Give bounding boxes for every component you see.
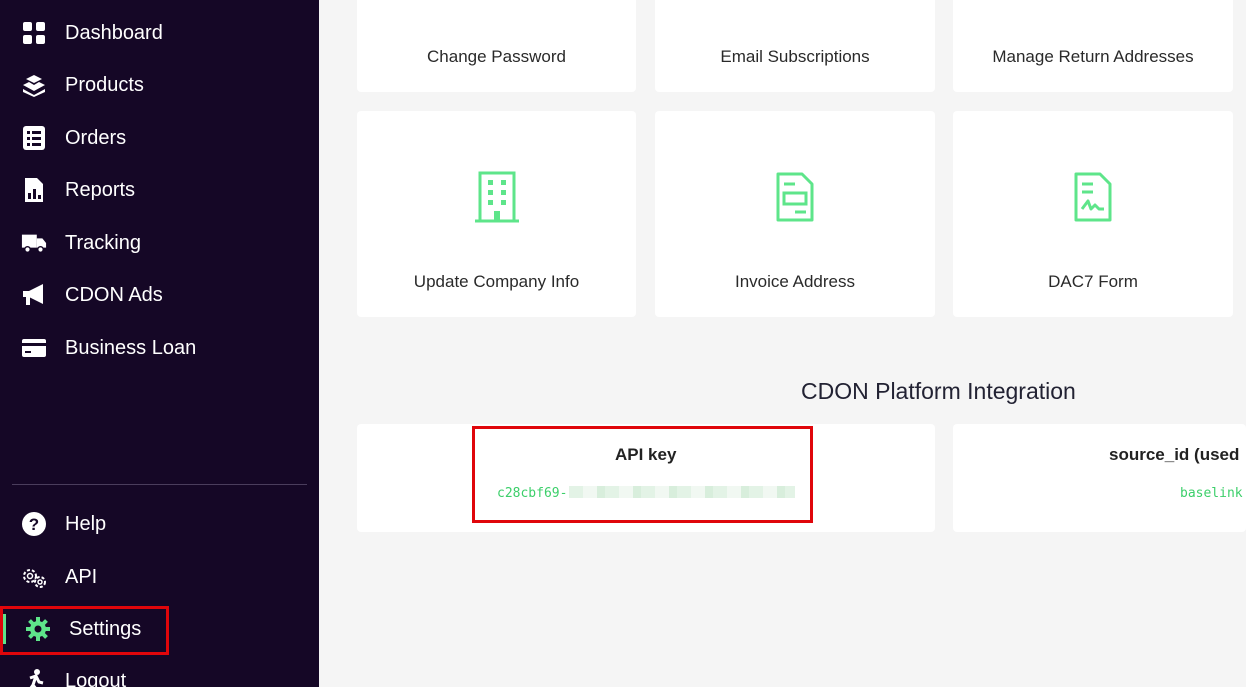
- card-label: Change Password: [427, 47, 566, 66]
- card-label: Invoice Address: [734, 272, 855, 291]
- sidebar-item-label: Dashboard: [65, 21, 163, 44]
- sidebar-item-orders[interactable]: Orders: [0, 118, 319, 158]
- invoice-address-card[interactable]: Invoice Address: [655, 111, 935, 317]
- sidebar-item-reports[interactable]: Reports: [0, 170, 319, 210]
- sidebar-item-cdon-ads[interactable]: CDON Ads: [0, 275, 319, 315]
- main-content: Change Password Email Subscriptions Mana…: [319, 0, 1246, 687]
- update-company-info-card[interactable]: Update Company Info: [357, 111, 636, 317]
- sidebar-item-tracking[interactable]: Tracking: [0, 223, 319, 263]
- section-title: CDON Platform Integration: [801, 378, 1076, 404]
- help-circle-icon: ?: [21, 511, 47, 537]
- sidebar-item-label: Logout: [65, 669, 127, 687]
- change-password-card[interactable]: Change Password: [357, 0, 636, 92]
- report-chart-icon: [21, 177, 47, 203]
- email-subscriptions-card[interactable]: Email Subscriptions: [655, 0, 935, 92]
- card-label: Email Subscriptions: [720, 47, 870, 66]
- svg-text:?: ?: [29, 515, 39, 534]
- sidebar: Dashboard Products Orders Reports Tracki…: [0, 0, 319, 687]
- sidebar-item-help[interactable]: ? Help: [0, 504, 319, 544]
- sidebar-item-logout[interactable]: Logout: [0, 661, 319, 687]
- manage-return-addresses-card[interactable]: Manage Return Addresses: [953, 0, 1233, 92]
- building-icon: [474, 171, 519, 228]
- dac7-form-card[interactable]: DAC7 Form: [953, 111, 1233, 317]
- source-id-label: source_id (used: [1109, 445, 1240, 464]
- api-key-card: API key c28cbf69-: [357, 424, 935, 532]
- card-label: Manage Return Addresses: [992, 47, 1194, 66]
- invoice-document-icon: [775, 171, 815, 228]
- sidebar-item-label: CDON Ads: [65, 283, 163, 306]
- sidebar-item-products[interactable]: Products: [0, 65, 319, 105]
- gear-icon: [25, 616, 51, 642]
- redacted-value: [569, 486, 795, 498]
- truck-icon: [21, 230, 47, 256]
- box-stack-icon: [21, 72, 47, 98]
- sidebar-item-api[interactable]: API: [0, 557, 319, 597]
- gears-icon: [21, 564, 47, 590]
- signed-document-icon: [1073, 171, 1113, 228]
- sidebar-item-label: Products: [65, 73, 144, 96]
- sidebar-item-label: Orders: [65, 126, 127, 149]
- sidebar-item-label: Tracking: [65, 231, 141, 254]
- sidebar-item-settings[interactable]: Settings: [0, 609, 319, 649]
- running-person-icon: [21, 668, 47, 687]
- checklist-icon: [21, 125, 47, 151]
- sidebar-divider: [12, 484, 307, 485]
- sidebar-item-label: API: [65, 565, 98, 588]
- card-label: Update Company Info: [413, 272, 580, 291]
- sidebar-item-label: Help: [65, 512, 107, 535]
- card-label: DAC7 Form: [1048, 272, 1138, 291]
- sidebar-item-dashboard[interactable]: Dashboard: [0, 13, 319, 53]
- source-id-value[interactable]: baselink: [1180, 486, 1243, 501]
- grid-icon: [21, 20, 47, 46]
- source-id-card: source_id (used baselink: [953, 424, 1246, 532]
- sidebar-item-label: Business Loan: [65, 336, 197, 359]
- api-key-value[interactable]: c28cbf69-: [497, 486, 567, 501]
- sidebar-item-label: Reports: [65, 178, 136, 201]
- sidebar-item-label: Settings: [69, 617, 142, 640]
- megaphone-icon: [21, 282, 47, 308]
- api-key-label: API key: [615, 445, 677, 464]
- sidebar-item-business-loan[interactable]: Business Loan: [0, 328, 319, 368]
- credit-card-icon: [21, 335, 47, 361]
